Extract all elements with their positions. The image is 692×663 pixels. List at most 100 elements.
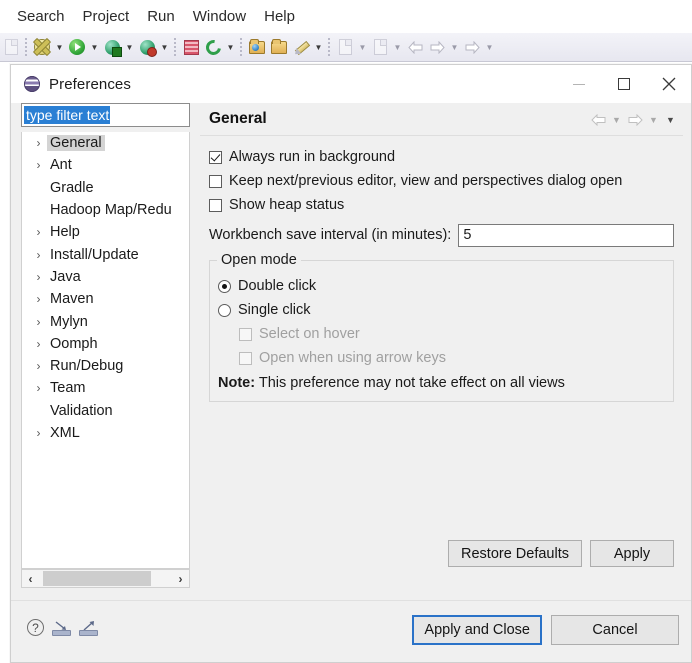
forward-icon[interactable]	[426, 36, 448, 58]
export-preferences-icon[interactable]	[79, 619, 98, 636]
next-annotation-icon[interactable]	[461, 36, 483, 58]
checkbox-always-run-in-background[interactable]: Always run in background	[209, 146, 674, 168]
quick-access-icon[interactable]	[290, 36, 312, 58]
new-wizard-icon[interactable]	[31, 36, 53, 58]
general-preferences-form: Always run in background Keep next/previ…	[200, 136, 683, 402]
tree-item-maven[interactable]: › Maven	[22, 288, 189, 310]
chevron-right-icon[interactable]: ›	[30, 292, 47, 306]
menu-item-help[interactable]: Help	[255, 6, 304, 27]
preferences-tree[interactable]: › General › Ant Gradle Hadoop Map/Redu ›…	[21, 132, 190, 569]
checkbox-input[interactable]	[209, 150, 222, 164]
tree-item-hadoop-map-reduce[interactable]: Hadoop Map/Redu	[22, 199, 189, 221]
open-resource-icon[interactable]	[268, 36, 290, 58]
chevron-right-icon[interactable]: ›	[30, 248, 47, 262]
tree-item-gradle[interactable]: Gradle	[22, 177, 189, 199]
debug-dropdown-icon[interactable]: ▼	[123, 36, 136, 58]
menu-item-project[interactable]: Project	[74, 6, 139, 27]
chevron-right-icon[interactable]: ›	[30, 270, 47, 284]
page-navigation: ▼ ▼ ▼	[588, 103, 679, 136]
tree-item-validation[interactable]: Validation	[22, 400, 189, 422]
chevron-right-icon[interactable]: ›	[172, 570, 189, 587]
workbench-save-interval-input[interactable]: 5	[458, 223, 674, 247]
scrollbar-thumb[interactable]	[43, 571, 151, 586]
apply-and-close-button[interactable]: Apply and Close	[412, 615, 542, 645]
open-type-icon[interactable]	[246, 36, 268, 58]
close-button[interactable]	[646, 65, 691, 103]
radio-input[interactable]	[218, 303, 231, 317]
help-icon[interactable]: ?	[27, 619, 44, 636]
checkbox-keep-next-previous-editor[interactable]: Keep next/previous editor, view and pers…	[209, 170, 674, 192]
minimize-button[interactable]	[556, 65, 601, 103]
menu-item-window[interactable]: Window	[184, 6, 255, 27]
chevron-right-icon[interactable]: ›	[30, 315, 47, 329]
import-preferences-icon[interactable]	[52, 619, 71, 636]
cancel-button[interactable]: Cancel	[551, 615, 679, 645]
restore-defaults-button[interactable]: Restore Defaults	[448, 540, 582, 567]
back-icon[interactable]	[404, 36, 426, 58]
radio-input[interactable]	[218, 279, 231, 293]
debug-icon[interactable]	[101, 36, 123, 58]
editor-dropdown-icon[interactable]: ▼	[391, 36, 404, 58]
tree-item-run-debug[interactable]: › Run/Debug	[22, 355, 189, 377]
chevron-right-icon[interactable]: ›	[30, 158, 47, 172]
chevron-right-icon[interactable]: ›	[30, 426, 47, 440]
coverage-icon[interactable]	[136, 36, 158, 58]
git-dropdown-icon[interactable]: ▼	[224, 36, 237, 58]
tree-item-install-update[interactable]: › Install/Update	[22, 243, 189, 265]
document-icon[interactable]	[334, 36, 356, 58]
document-dropdown-icon[interactable]: ▼	[356, 36, 369, 58]
back-arrow-icon[interactable]	[588, 113, 608, 126]
scrollbar-track[interactable]	[39, 570, 172, 587]
quick-access-dropdown-icon[interactable]: ▼	[312, 36, 325, 58]
open-mode-note-text: This preference may not take effect on a…	[258, 375, 565, 391]
tree-item-mylyn[interactable]: › Mylyn	[22, 310, 189, 332]
editor-icon[interactable]	[369, 36, 391, 58]
checkbox-input[interactable]	[209, 174, 222, 188]
chevron-right-icon[interactable]: ›	[30, 381, 47, 395]
chevron-right-icon[interactable]: ›	[30, 359, 47, 373]
back-menu-chevron-down-icon[interactable]: ▼	[608, 115, 625, 125]
coverage-dropdown-icon[interactable]: ▼	[158, 36, 171, 58]
chevron-right-icon[interactable]: ›	[30, 136, 47, 150]
chevron-right-icon[interactable]: ›	[30, 225, 47, 239]
radio-label: Double click	[238, 278, 317, 294]
forward-dropdown-icon[interactable]: ▼	[448, 36, 461, 58]
maximize-button[interactable]	[601, 65, 646, 103]
git-icon[interactable]	[202, 36, 224, 58]
checkbox-label: Open when using arrow keys	[259, 350, 446, 366]
view-menu-chevron-down-icon[interactable]: ▼	[662, 115, 679, 125]
chevron-right-icon[interactable]: ›	[30, 337, 47, 351]
chevron-left-icon[interactable]: ‹	[22, 570, 39, 587]
footer-icon-group: ?	[27, 619, 98, 636]
filter-input[interactable]: type filter text	[21, 103, 190, 127]
tree-horizontal-scrollbar[interactable]: ‹ ›	[21, 569, 190, 588]
menu-item-run[interactable]: Run	[138, 6, 184, 27]
tree-item-oomph[interactable]: › Oomph	[22, 333, 189, 355]
run-dropdown-icon[interactable]: ▼	[88, 36, 101, 58]
tree-item-xml[interactable]: › XML	[22, 422, 189, 444]
tree-item-label: General	[47, 135, 105, 152]
menu-item-search[interactable]: Search	[8, 6, 74, 27]
forward-menu-chevron-down-icon[interactable]: ▼	[645, 115, 662, 125]
apply-button[interactable]: Apply	[590, 540, 674, 567]
run-icon[interactable]	[66, 36, 88, 58]
tree-item-general[interactable]: › General	[22, 132, 189, 154]
checkbox-label: Keep next/previous editor, view and pers…	[229, 173, 623, 189]
tree-item-help[interactable]: › Help	[22, 221, 189, 243]
forward-arrow-icon[interactable]	[625, 113, 645, 126]
document-icon[interactable]	[0, 36, 22, 58]
dialog-title: Preferences	[49, 75, 131, 93]
tree-item-team[interactable]: › Team	[22, 377, 189, 399]
checkbox-open-when-using-arrow-keys: Open when using arrow keys	[239, 347, 665, 369]
open-mode-group: Open mode Double click Single click Sele…	[209, 252, 674, 402]
new-java-package-icon[interactable]	[180, 36, 202, 58]
new-wizard-dropdown-icon[interactable]: ▼	[53, 36, 66, 58]
checkbox-input[interactable]	[209, 198, 222, 212]
tree-item-label: Run/Debug	[50, 358, 124, 375]
checkbox-show-heap-status[interactable]: Show heap status	[209, 194, 674, 216]
radio-single-click[interactable]: Single click	[218, 299, 665, 321]
tree-item-ant[interactable]: › Ant	[22, 154, 189, 176]
radio-double-click[interactable]: Double click	[218, 275, 665, 297]
tree-item-java[interactable]: › Java	[22, 266, 189, 288]
next-annotation-dropdown-icon[interactable]: ▼	[483, 36, 496, 58]
